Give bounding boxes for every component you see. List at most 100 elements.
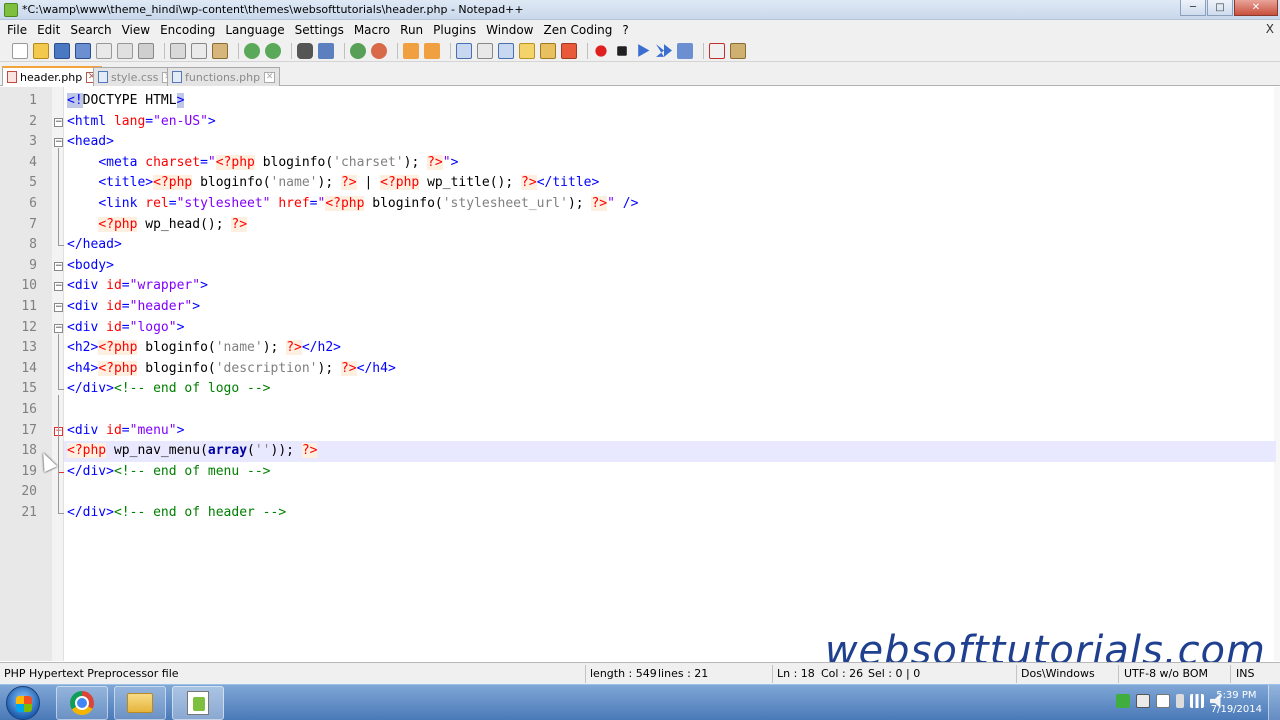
menu-macro[interactable]: Macro <box>349 23 395 37</box>
paste-icon[interactable] <box>212 42 228 59</box>
code-line[interactable]: <div id="wrapper"> <box>67 276 208 297</box>
fold-toggle-icon[interactable]: − <box>54 138 63 148</box>
new-file-icon[interactable] <box>12 42 28 59</box>
code-line[interactable]: <?php wp_head(); ?> <box>67 215 248 236</box>
taskbar-explorer[interactable] <box>114 686 166 720</box>
play-macro-icon[interactable] <box>638 44 650 57</box>
code-line[interactable]: <div id="menu"> <box>67 421 184 442</box>
signal-icon[interactable] <box>1190 694 1204 708</box>
tab-label: style.css <box>111 70 159 84</box>
menu-window[interactable]: Window <box>481 23 538 37</box>
close-button[interactable]: ✕ <box>1234 0 1278 16</box>
code-line[interactable]: <!DOCTYPE HTML> <box>67 91 185 112</box>
user-defined-lang-icon[interactable] <box>519 42 535 59</box>
play-multiple-icon[interactable] <box>656 44 672 57</box>
code-line[interactable]: <div id="logo"> <box>67 318 184 339</box>
toolbar-separator <box>238 42 239 59</box>
tab-label: header.php <box>20 70 83 84</box>
fold-toggle-icon[interactable]: − <box>54 282 63 292</box>
show-desktop-button[interactable] <box>1268 685 1280 720</box>
code-line[interactable]: </head> <box>67 235 122 256</box>
status-column: Col : 26 <box>821 667 864 680</box>
save-macro-icon[interactable] <box>677 42 693 59</box>
close-document-button[interactable]: X <box>1266 22 1274 36</box>
tab-close-icon[interactable]: ✕ <box>264 71 276 83</box>
print-icon[interactable] <box>138 42 154 59</box>
undo-icon[interactable] <box>244 42 260 59</box>
menu-help[interactable]: ? <box>617 23 633 37</box>
code-line[interactable]: </div><!-- end of logo --> <box>67 379 271 400</box>
code-line[interactable]: </div><!-- end of header --> <box>67 503 286 524</box>
code-editor[interactable]: 1 <!DOCTYPE HTML> 2 <html lang="en-US"> 3 <he… <box>0 87 1280 661</box>
line-number: 21 <box>21 505 37 520</box>
code-line[interactable]: <h4><?php bloginfo('description'); ?></h… <box>67 359 396 380</box>
sync-vertical-icon[interactable] <box>403 42 419 59</box>
taskbar-chrome[interactable] <box>56 686 108 720</box>
copy-icon[interactable] <box>191 42 207 59</box>
menu-language[interactable]: Language <box>220 23 289 37</box>
fold-toggle-icon[interactable]: − <box>54 261 63 271</box>
word-wrap-icon[interactable] <box>456 42 472 59</box>
code-line[interactable]: <div id="header"> <box>67 297 200 318</box>
open-file-icon[interactable] <box>33 42 49 59</box>
stop-macro-icon[interactable] <box>617 45 627 56</box>
code-line[interactable]: <link rel="stylesheet" href="<?php blogi… <box>67 194 638 215</box>
status-file-type: PHP Hypertext Preprocessor file <box>4 667 179 680</box>
code-line[interactable]: <?php wp_nav_menu(array('')); ?> <box>67 441 318 462</box>
indent-guide-icon[interactable] <box>498 42 514 59</box>
code-line[interactable]: <meta charset="<?php bloginfo('charset')… <box>67 153 458 174</box>
spell-check-icon[interactable] <box>709 42 725 59</box>
menu-edit[interactable]: Edit <box>32 23 65 37</box>
windows-taskbar: 5:39 PM 7/19/2014 <box>0 684 1280 720</box>
tab-header-php[interactable]: header.php ✕ <box>2 66 103 86</box>
record-macro-icon[interactable] <box>595 44 607 57</box>
line-number: 4 <box>29 154 37 170</box>
folder-icon <box>127 693 153 713</box>
menu-zen-coding[interactable]: Zen Coding <box>538 23 617 37</box>
code-line[interactable]: </div><!-- end of menu --> <box>67 462 271 483</box>
menu-encoding[interactable]: Encoding <box>155 23 220 37</box>
code-line[interactable]: <body> <box>67 256 114 277</box>
sync-horizontal-icon[interactable] <box>424 42 440 59</box>
code-line[interactable]: <html lang="en-US"> <box>67 112 216 133</box>
fold-toggle-icon[interactable]: − <box>54 117 63 127</box>
cut-icon[interactable] <box>170 42 186 59</box>
maximize-button[interactable]: □ <box>1207 0 1233 16</box>
code-line[interactable]: <head> <box>67 132 114 153</box>
taskbar-notepadpp[interactable] <box>172 686 224 720</box>
system-clock[interactable]: 5:39 PM 7/19/2014 <box>1211 689 1262 717</box>
replace-icon[interactable] <box>318 42 334 59</box>
tab-functions-php[interactable]: functions.php ✕ <box>167 67 281 86</box>
redo-icon[interactable] <box>265 42 281 59</box>
zoom-out-icon[interactable] <box>371 42 387 59</box>
notepadpp-icon <box>187 691 209 715</box>
network-icon[interactable] <box>1116 694 1130 708</box>
status-selection: Sel : 0 | 0 <box>868 667 921 680</box>
menu-run[interactable]: Run <box>395 23 428 37</box>
menu-plugins[interactable]: Plugins <box>428 23 481 37</box>
save-icon[interactable] <box>54 42 70 59</box>
power-icon[interactable] <box>1176 694 1184 708</box>
show-all-chars-icon[interactable] <box>477 42 493 59</box>
save-all-icon[interactable] <box>75 42 91 59</box>
menu-settings[interactable]: Settings <box>290 23 349 37</box>
display-icon[interactable] <box>1136 694 1150 708</box>
code-line[interactable]: <h2><?php bloginfo('name'); ?></h2> <box>67 338 341 359</box>
code-line[interactable]: <title><?php bloginfo('name'); ?> | <?ph… <box>67 173 599 194</box>
minimize-button[interactable]: ─ <box>1180 0 1206 16</box>
find-icon[interactable] <box>297 42 313 59</box>
menu-view[interactable]: View <box>117 23 155 37</box>
start-button[interactable] <box>6 686 40 720</box>
zoom-in-icon[interactable] <box>350 42 366 59</box>
zen-coding-icon[interactable] <box>730 42 746 59</box>
menu-file[interactable]: File <box>2 23 32 37</box>
menu-search[interactable]: Search <box>65 23 116 37</box>
action-center-icon[interactable] <box>1156 694 1170 708</box>
tab-style-css[interactable]: style.css ✕ <box>93 67 179 86</box>
close-all-icon[interactable] <box>117 42 133 59</box>
close-file-icon[interactable] <box>96 42 112 59</box>
fold-toggle-icon[interactable]: − <box>54 303 63 312</box>
fold-toggle-icon[interactable]: − <box>54 323 63 333</box>
doc-map-icon[interactable] <box>540 42 556 59</box>
function-list-icon[interactable] <box>561 42 577 59</box>
